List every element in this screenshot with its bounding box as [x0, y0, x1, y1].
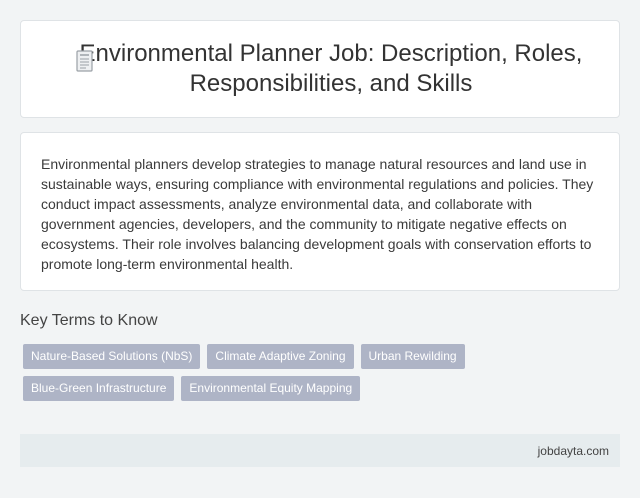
key-terms-list: Nature-Based Solutions (NbS) Climate Ada…	[23, 344, 620, 401]
description-card: Environmental planners develop strategie…	[20, 132, 620, 291]
footer-site-link[interactable]: jobdayta.com	[538, 444, 609, 458]
title-card: Environmental Planner Job: Description, …	[20, 20, 620, 118]
key-term-chip[interactable]: Nature-Based Solutions (NbS)	[23, 344, 201, 369]
key-term-chip[interactable]: Urban Rewilding	[360, 344, 465, 369]
key-term-chip[interactable]: Environmental Equity Mapping	[181, 376, 361, 401]
key-term-chip[interactable]: Climate Adaptive Zoning	[207, 344, 354, 369]
footer: jobdayta.com	[20, 434, 620, 467]
key-term-chip[interactable]: Blue-Green Infrastructure	[23, 376, 175, 401]
key-terms-heading: Key Terms to Know	[20, 312, 158, 329]
description-text: Environmental planners develop strategie…	[41, 156, 594, 272]
document-icon	[73, 49, 97, 75]
page-title: Environmental Planner Job: Description, …	[79, 40, 583, 97]
